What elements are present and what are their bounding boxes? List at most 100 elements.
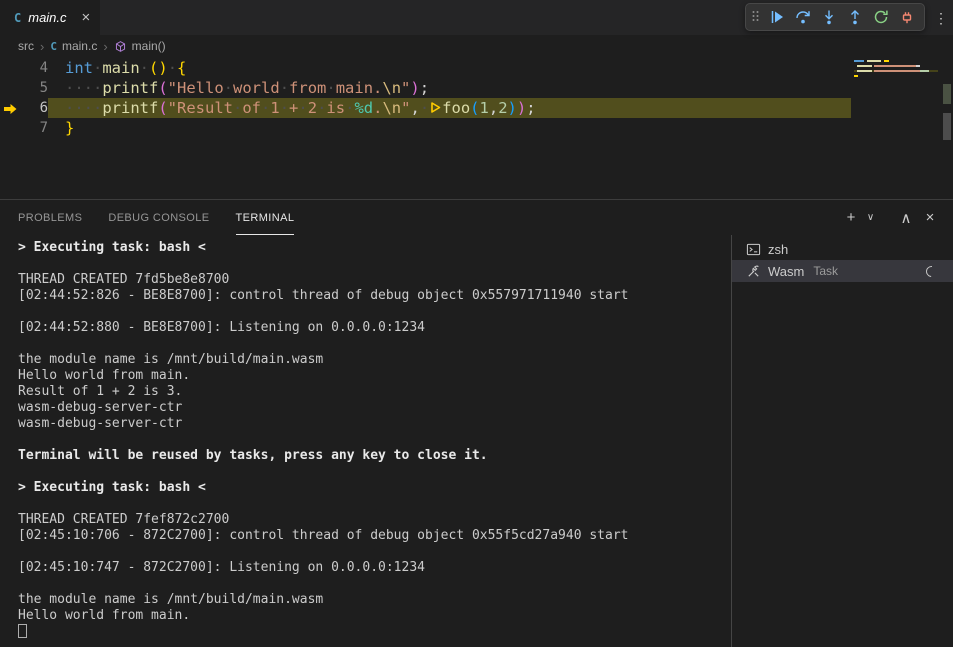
minimap[interactable] <box>854 60 938 80</box>
minimap-segment <box>874 70 920 72</box>
code-token: printf <box>102 79 158 97</box>
code-token: \n <box>382 79 401 97</box>
inline-breakpoint-icon[interactable] <box>430 99 441 119</box>
more-actions-icon[interactable]: ⋮ <box>934 10 948 27</box>
overview-ruler <box>942 57 953 199</box>
breadcrumb-item-file[interactable]: main.c <box>62 39 97 53</box>
debug-step-over-button[interactable] <box>791 5 815 29</box>
minimap-segment <box>867 60 881 62</box>
tab-label: main.c <box>28 10 66 25</box>
terminal-line: the module name is /mnt/build/main.wasm <box>18 352 731 368</box>
code-token: , <box>489 99 498 117</box>
code-token: · <box>326 79 335 97</box>
debug-step-into-button[interactable] <box>817 5 841 29</box>
code-text: ····printf("Result·of·1·+·2·is·%d.\n",·f… <box>48 98 851 118</box>
bottom-panel: PROBLEMS DEBUG CONSOLE TERMINAL +∨ ∧× > Exe… <box>0 199 953 647</box>
terminal-line: THREAD CREATED 7fd5be8e8700 <box>18 272 731 288</box>
terminal-list-item-wasm[interactable]: Wasm Task <box>732 260 953 282</box>
debug-disconnect-button[interactable] <box>895 5 919 29</box>
terminal-line: > Executing task: bash < <box>18 480 731 496</box>
code-line-7[interactable]: 7} <box>0 118 953 138</box>
debug-current-line-arrow-icon <box>3 102 17 120</box>
terminal-line: Terminal will be reused by tasks, press … <box>18 448 731 464</box>
new-terminal-icon[interactable]: + <box>840 207 862 229</box>
terminal-line: [02:45:10:747 - 872C2700]: Listening on … <box>18 560 731 576</box>
code-token: 1 <box>480 99 489 117</box>
debug-step-out-button[interactable] <box>843 5 867 29</box>
code-token: is <box>326 99 345 117</box>
terminal-line: > Executing task: bash < <box>18 240 731 256</box>
code-token: world <box>233 79 280 97</box>
minimap-line <box>854 65 938 67</box>
code-token: ; <box>420 79 429 97</box>
terminal-line: wasm-debug-server-ctr <box>18 416 731 432</box>
breadcrumb-item-symbol[interactable]: main() <box>132 39 166 53</box>
tab-close-icon[interactable]: × <box>82 10 91 25</box>
code-token: , <box>410 99 419 117</box>
terminal-output[interactable]: > Executing task: bash < THREAD CREATED 7… <box>0 235 731 647</box>
panel-tab-terminal[interactable]: TERMINAL <box>236 200 295 235</box>
code-token: · <box>224 79 233 97</box>
terminal-list-item-zsh[interactable]: zsh <box>732 238 953 260</box>
debug-continue-button[interactable] <box>765 5 789 29</box>
tab-main-c[interactable]: C main.c × <box>0 0 100 35</box>
code-token: \n <box>382 99 401 117</box>
debug-restart-button[interactable] <box>869 5 893 29</box>
code-token: " <box>401 79 410 97</box>
line-number[interactable]: 4 <box>0 58 48 78</box>
code-editor[interactable]: 4int·main·()·{5····printf("Hello·world·f… <box>0 57 953 199</box>
minimap-line <box>854 75 938 77</box>
close-panel-icon[interactable]: × <box>919 207 941 229</box>
minimap-segment <box>854 75 858 77</box>
breadcrumb-item-src[interactable]: src <box>18 39 34 53</box>
code-token: · <box>261 99 270 117</box>
code-token: "Hello <box>168 79 224 97</box>
terminal-line <box>18 464 731 480</box>
code-token: ···· <box>65 79 102 97</box>
code-token: ) <box>517 99 526 117</box>
terminal-detail: Task <box>813 264 838 278</box>
terminal-line <box>18 544 731 560</box>
code-token: + <box>289 99 298 117</box>
c-file-icon: C <box>50 40 57 53</box>
panel-tabs: PROBLEMS DEBUG CONSOLE TERMINAL <box>18 200 294 235</box>
code-line-4[interactable]: 4int·main·()·{ <box>0 58 953 78</box>
terminal-name: Wasm <box>768 264 804 279</box>
code-token: · <box>420 99 429 117</box>
code-token: · <box>233 99 242 117</box>
code-token: foo <box>442 99 470 117</box>
code-token: · <box>298 99 307 117</box>
line-number[interactable]: 5 <box>0 78 48 98</box>
terminal-line: Hello world from main. <box>18 608 731 624</box>
terminal-tabs-sidebar: zsh Wasm Task <box>731 235 953 647</box>
terminal-line <box>18 336 731 352</box>
terminal-line: THREAD CREATED 7fef872c2700 <box>18 512 731 528</box>
terminal-line <box>18 432 731 448</box>
terminal-line: [02:44:52:826 - BE8E8700]: control threa… <box>18 288 731 304</box>
maximize-panel-icon[interactable]: ∧ <box>895 207 917 229</box>
minimap-segment <box>916 65 920 67</box>
chevron-right-icon: › <box>40 39 44 54</box>
terminal-line: [02:45:10:706 - 872C2700]: control threa… <box>18 528 731 544</box>
launch-profile-chevron-icon[interactable]: ∨ <box>864 207 877 229</box>
code-token: ( <box>158 99 167 117</box>
line-number[interactable]: 7 <box>0 118 48 138</box>
code-token: · <box>168 59 177 77</box>
code-text: int·main·()·{ <box>48 58 851 78</box>
code-token: main. <box>336 79 383 97</box>
code-token: } <box>65 119 74 137</box>
terminal-icon <box>746 242 761 257</box>
terminal-line: the module name is /mnt/build/main.wasm <box>18 592 731 608</box>
code-line-5[interactable]: 5····printf("Hello·world·from·main.\n"); <box>0 78 953 98</box>
code-line-6[interactable]: 6····printf("Result·of·1·+·2·is·%d.\n",·… <box>0 98 953 118</box>
minimap-segment <box>857 70 872 72</box>
drag-handle-icon[interactable] <box>751 9 760 25</box>
code-token: printf <box>102 99 158 117</box>
code-token: ) <box>410 79 419 97</box>
code-token: int <box>65 59 93 77</box>
terminal-line <box>18 256 731 272</box>
minimap-segment <box>920 70 929 72</box>
panel-tab-problems[interactable]: PROBLEMS <box>18 200 82 235</box>
minimap-line <box>854 70 938 72</box>
panel-tab-debug-console[interactable]: DEBUG CONSOLE <box>108 200 209 235</box>
